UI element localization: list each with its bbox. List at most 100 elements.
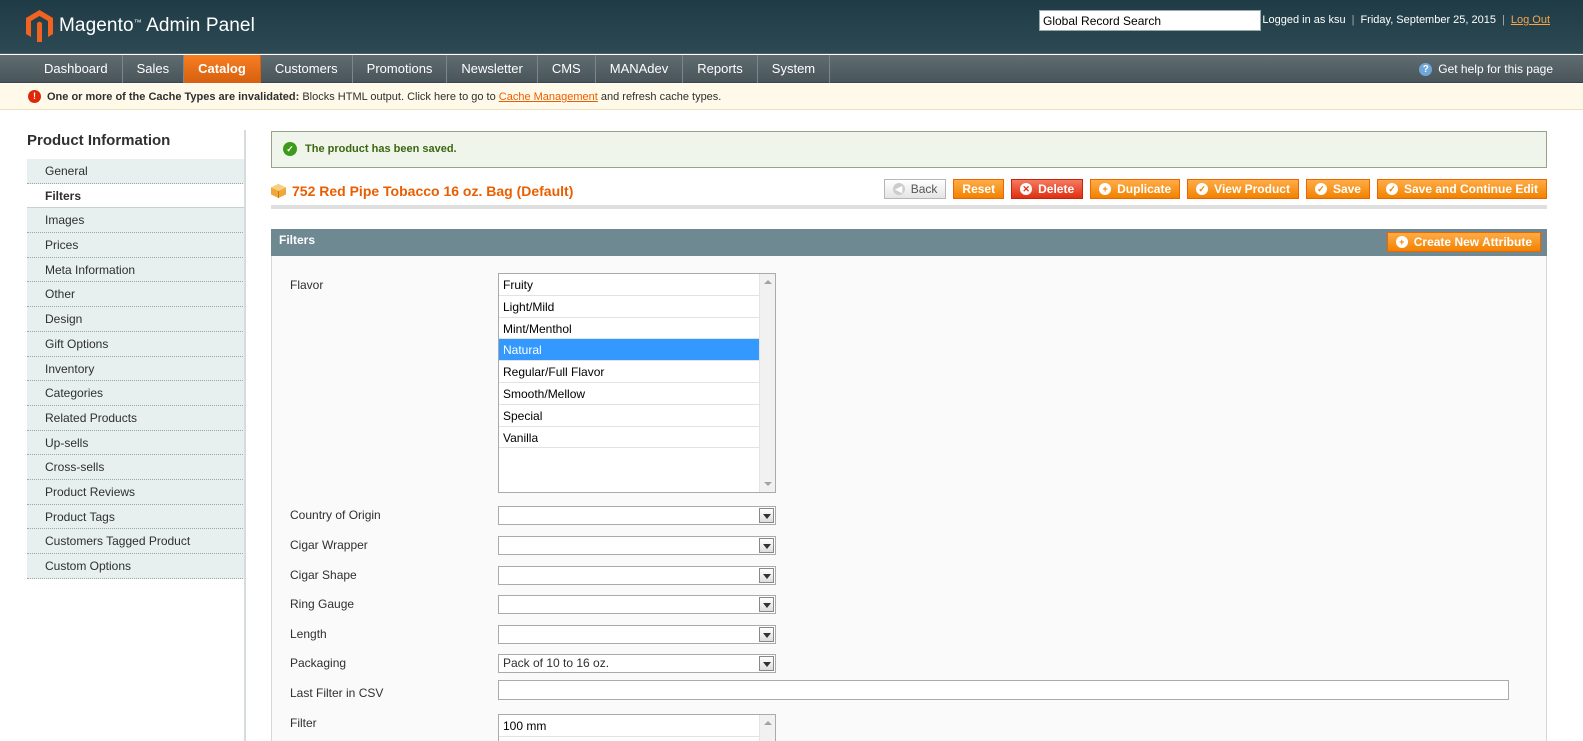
nav-manadev[interactable]: MANAdev xyxy=(596,55,684,83)
product-box-icon xyxy=(271,184,286,198)
check-icon: ✓ xyxy=(1314,183,1327,195)
flavor-option[interactable]: Vanilla xyxy=(499,427,760,449)
shape-select[interactable] xyxy=(498,566,776,585)
save-continue-button[interactable]: ✓ Save and Continue Edit xyxy=(1376,179,1547,199)
tab-product-tags[interactable]: Product Tags xyxy=(27,504,245,530)
tab-product-reviews[interactable]: Product Reviews xyxy=(27,479,245,505)
nav-newsletter[interactable]: Newsletter xyxy=(447,55,538,83)
notice-bold: One or more of the Cache Types are inval… xyxy=(47,91,300,103)
form-buttons: ◀ Back Reset ✕ Delete + Duplicate ✓ View Pro… xyxy=(883,179,1547,199)
page-heading: 752 Red Pipe Tobacco 16 oz. Bag (Default… xyxy=(271,179,1547,209)
scroll-up-icon[interactable] xyxy=(764,280,772,284)
flavor-multiselect[interactable]: Fruity Light/Mild Mint/Menthol Natural R… xyxy=(498,273,776,493)
tab-cross-sells[interactable]: Cross-sells xyxy=(27,455,245,480)
filter-option[interactable]: 100 mm xyxy=(499,715,760,737)
flavor-option[interactable]: Regular/Full Flavor xyxy=(499,361,760,383)
wrapper-label: Cigar Wrapper xyxy=(290,538,368,552)
check-icon: ✓ xyxy=(283,142,297,156)
duplicate-button[interactable]: + Duplicate xyxy=(1090,179,1181,199)
cache-management-link[interactable]: Cache Management xyxy=(499,91,598,103)
delete-button[interactable]: ✕ Delete xyxy=(1011,179,1084,199)
nav-sales[interactable]: Sales xyxy=(123,55,185,83)
separator: | xyxy=(1351,14,1355,26)
nav-dashboard[interactable]: Dashboard xyxy=(30,55,123,83)
magento-logo[interactable]: Magento™ Admin Panel xyxy=(26,10,255,42)
back-arrow-icon: ◀ xyxy=(892,183,905,195)
scroll-down-icon[interactable] xyxy=(764,482,772,486)
sidebar-divider xyxy=(244,130,246,741)
nav-customers[interactable]: Customers xyxy=(261,55,353,83)
check-icon: ✓ xyxy=(1196,183,1209,195)
help-link[interactable]: ? Get help for this page xyxy=(1419,55,1553,83)
chevron-down-icon xyxy=(759,538,774,553)
global-search-input[interactable] xyxy=(1039,10,1261,31)
last-filter-label: Last Filter in CSV xyxy=(290,686,384,700)
help-icon: ? xyxy=(1419,62,1433,76)
save-button[interactable]: ✓ Save xyxy=(1305,179,1370,199)
header-user-info: Logged in as ksu | Friday, September 25,… xyxy=(1262,14,1550,26)
nav-catalog[interactable]: Catalog xyxy=(184,55,261,83)
scroll-up-icon[interactable] xyxy=(764,721,772,725)
flavor-option[interactable]: Light/Mild xyxy=(499,296,760,318)
flavor-option[interactable]: Smooth/Mellow xyxy=(499,383,760,405)
tab-filters[interactable]: Filters xyxy=(27,183,245,209)
packaging-select[interactable]: Pack of 10 to 16 oz. xyxy=(498,654,776,673)
country-select[interactable] xyxy=(498,506,776,525)
chevron-down-icon xyxy=(759,597,774,612)
page-title: 752 Red Pipe Tobacco 16 oz. Bag (Default… xyxy=(271,183,573,199)
tab-up-sells[interactable]: Up-sells xyxy=(27,430,245,456)
check-icon: ✓ xyxy=(1385,183,1398,195)
plus-icon: + xyxy=(1395,236,1408,248)
nav-cms[interactable]: CMS xyxy=(538,55,596,83)
tab-design[interactable]: Design xyxy=(27,307,245,332)
tab-general[interactable]: General xyxy=(27,159,245,184)
flavor-option[interactable]: Mint/Menthol xyxy=(499,318,760,340)
country-label: Country of Origin xyxy=(290,508,381,522)
main-nav: Dashboard Sales Catalog Customers Promot… xyxy=(0,55,1583,83)
reset-button[interactable]: Reset xyxy=(953,179,1005,199)
create-attribute-button[interactable]: + Create New Attribute xyxy=(1386,232,1541,252)
magento-logo-icon xyxy=(26,10,53,42)
chevron-down-icon xyxy=(759,627,774,642)
scrollbar[interactable] xyxy=(759,715,775,741)
tab-related-products[interactable]: Related Products xyxy=(27,405,245,431)
flavor-option[interactable]: Special xyxy=(499,405,760,427)
notice-text-end: and refresh cache types. xyxy=(597,91,722,103)
tab-inventory[interactable]: Inventory xyxy=(27,356,245,382)
fieldset-body xyxy=(271,256,1547,741)
tab-categories[interactable]: Categories xyxy=(27,381,245,406)
wrapper-select[interactable] xyxy=(498,536,776,555)
back-button[interactable]: ◀ Back xyxy=(883,179,947,199)
logout-link[interactable]: Log Out xyxy=(1511,14,1550,26)
ring-gauge-label: Ring Gauge xyxy=(290,597,355,611)
help-text: Get help for this page xyxy=(1438,62,1553,76)
notice-text: Blocks HTML output. Click here to go to xyxy=(299,91,499,103)
admin-header: Magento™ Admin Panel Logged in as ksu | … xyxy=(0,0,1583,54)
nav-reports[interactable]: Reports xyxy=(683,55,758,83)
view-product-button[interactable]: ✓ View Product xyxy=(1187,179,1299,199)
tab-gift-options[interactable]: Gift Options xyxy=(27,331,245,357)
tab-prices[interactable]: Prices xyxy=(27,233,245,258)
flavor-option-selected[interactable]: Natural xyxy=(499,339,760,362)
filter-multiselect[interactable]: 100 mm xyxy=(498,714,776,741)
logged-in-text: Logged in as ksu xyxy=(1262,14,1346,26)
current-date: Friday, September 25, 2015 xyxy=(1360,14,1496,26)
flavor-option[interactable]: Fruity xyxy=(499,274,760,296)
chevron-down-icon xyxy=(759,656,774,671)
tab-meta-information[interactable]: Meta Information xyxy=(27,257,245,283)
chevron-down-icon xyxy=(759,568,774,583)
tab-images[interactable]: Images xyxy=(27,208,245,234)
last-filter-input[interactable] xyxy=(498,680,1509,700)
tab-other[interactable]: Other xyxy=(27,282,245,308)
cache-notice: ! One or more of the Cache Types are inv… xyxy=(0,84,1583,110)
tab-customers-tagged-product[interactable]: Customers Tagged Product xyxy=(27,529,245,554)
nav-promotions[interactable]: Promotions xyxy=(353,55,448,83)
product-tabs: General Filters Images Prices Meta Infor… xyxy=(27,159,246,579)
tab-custom-options[interactable]: Custom Options xyxy=(27,554,245,579)
length-select[interactable] xyxy=(498,625,776,644)
nav-system[interactable]: System xyxy=(758,55,831,83)
ring-gauge-select[interactable] xyxy=(498,595,776,614)
separator: | xyxy=(1502,14,1505,26)
logo-text: Magento™ Admin Panel xyxy=(59,15,255,36)
scrollbar[interactable] xyxy=(759,274,775,492)
